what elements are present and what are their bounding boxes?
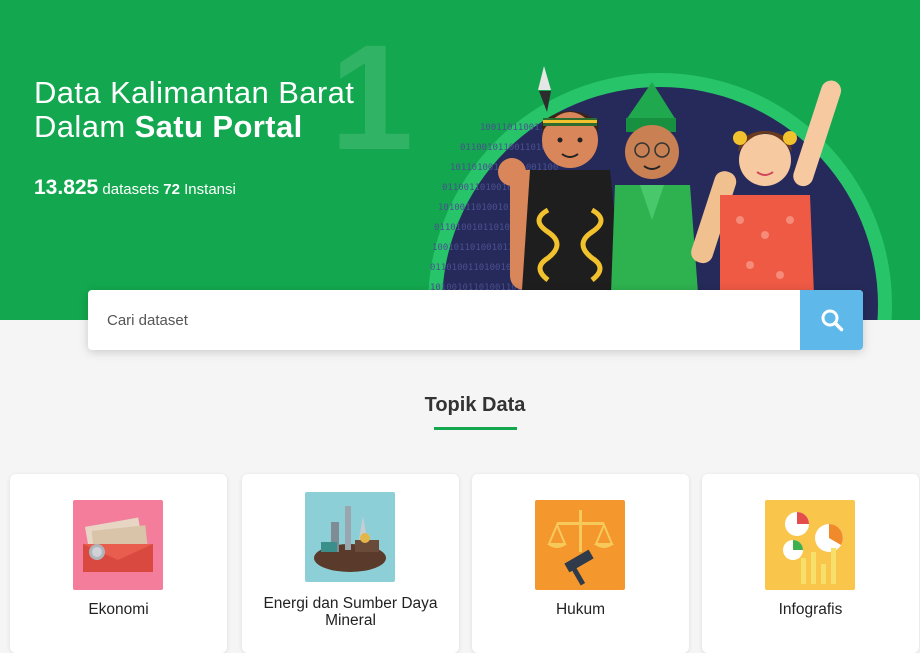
hero-stats: 13.825 datasets 72 Instansi <box>34 176 236 200</box>
hero-title-bold: Satu Portal <box>134 109 303 144</box>
dataset-label: datasets <box>98 181 164 198</box>
topic-card-hukum[interactable]: Hukum <box>472 474 689 653</box>
topic-card-label: Infografis <box>778 601 843 618</box>
scales-gavel-icon <box>535 500 625 590</box>
instansi-label: Instansi <box>179 181 236 198</box>
hero-title-line1: Data Kalimantan Barat <box>34 75 355 110</box>
search-bar <box>88 290 863 350</box>
search-icon <box>821 309 843 332</box>
topic-card-label: Hukum <box>555 601 606 618</box>
energy-mining-icon <box>305 492 395 582</box>
topic-card-label: Energi dan Sumber Daya Mineral <box>263 595 438 629</box>
title-underline <box>434 427 517 430</box>
topik-data-title: Topik Data <box>424 394 526 416</box>
instansi-count: 72 <box>163 181 180 198</box>
search-button[interactable] <box>800 290 863 350</box>
topic-card-infografis[interactable]: Infografis <box>702 474 919 653</box>
topic-card-ekonomi[interactable]: Ekonomi <box>10 474 227 653</box>
hero-title: Data Kalimantan Barat Dalam Satu Portal <box>34 76 354 144</box>
topic-card-label: Ekonomi <box>88 601 149 618</box>
dataset-count: 13.825 <box>34 176 99 199</box>
hero-title-prefix: Dalam <box>34 109 135 144</box>
money-envelope-icon <box>73 500 163 590</box>
search-input[interactable] <box>88 290 800 350</box>
hero-banner: 1 Data Kalimantan Barat Dalam Satu Porta… <box>0 0 920 320</box>
hero-illustration: 1001101100110101 0110010110011010010 101… <box>428 66 892 320</box>
topic-cards: Ekonomi Energi dan Sumber Daya Mineral H… <box>10 474 920 653</box>
topic-card-energi[interactable]: Energi dan Sumber Daya Mineral <box>242 474 459 653</box>
infographic-icon <box>765 500 855 590</box>
hero-title-line2: Dalam Satu Portal <box>34 110 354 144</box>
